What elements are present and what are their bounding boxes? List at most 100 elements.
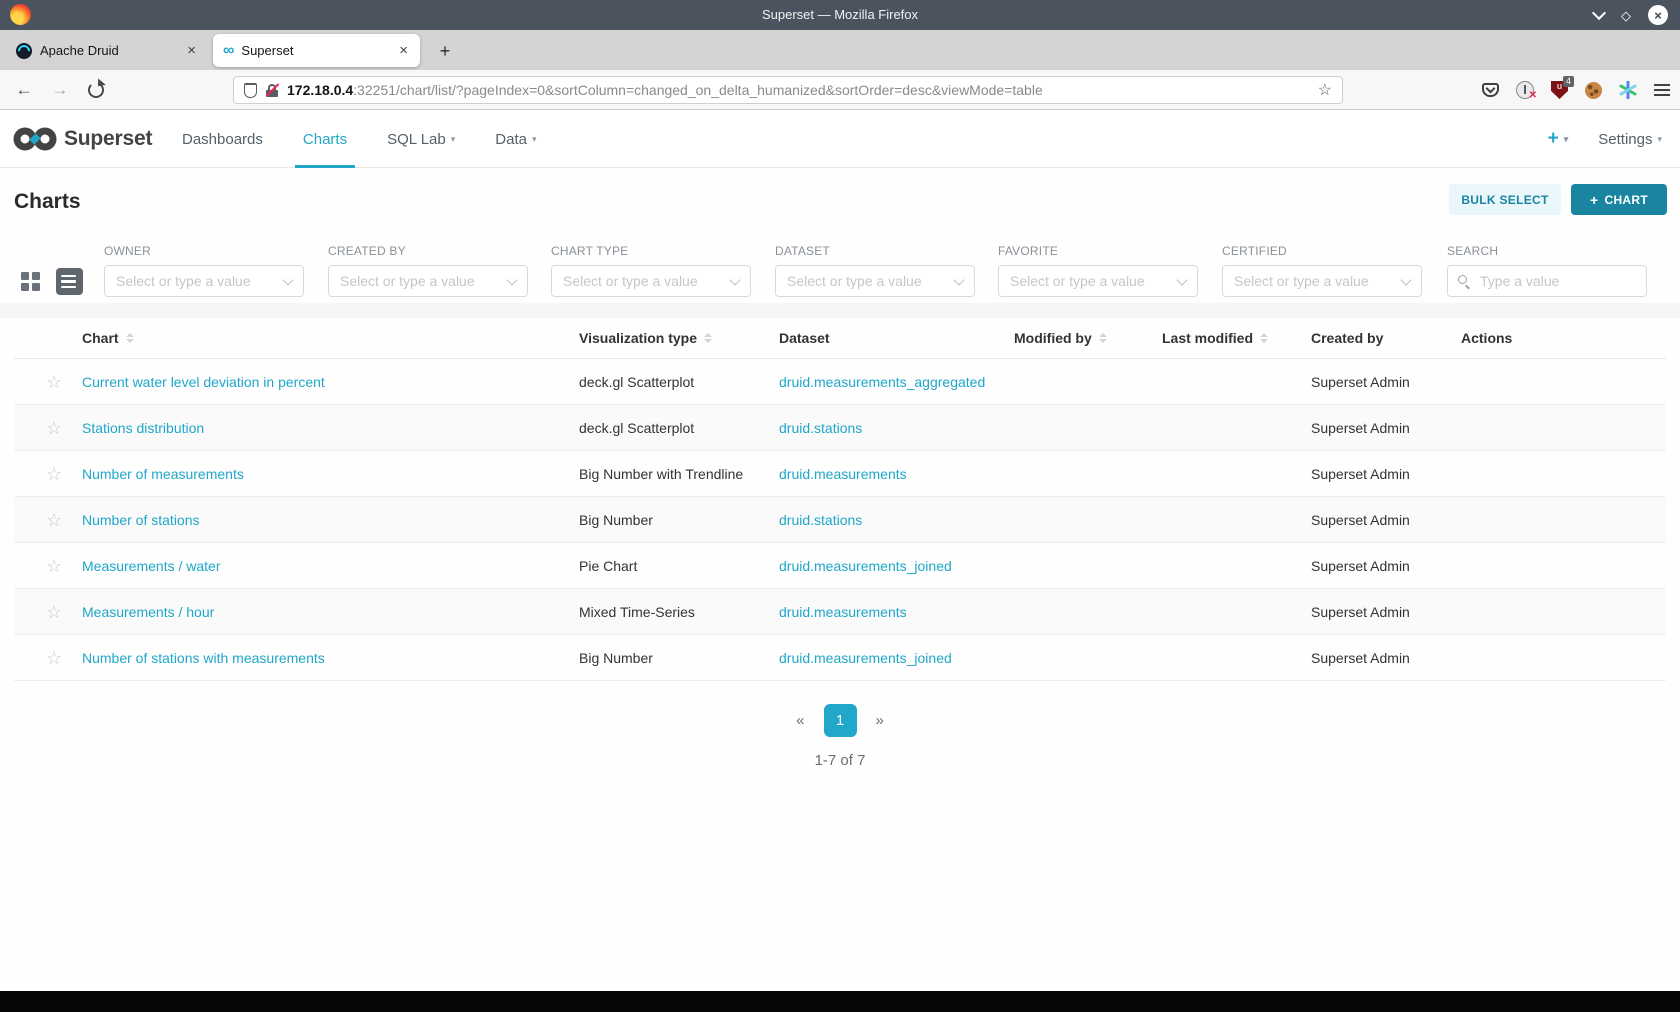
tab-apache-druid[interactable]: Apache Druid × (6, 34, 208, 67)
owner-select[interactable]: Select or type a value (104, 265, 304, 297)
dataset-link[interactable]: druid.measurements_aggregated (779, 374, 985, 390)
card-view-toggle[interactable] (21, 272, 40, 291)
sort-arrows-icon (125, 333, 134, 343)
chart-link[interactable]: Measurements / water (82, 558, 221, 574)
chevron-down-icon (729, 273, 741, 286)
created-by-value: Superset Admin (1311, 373, 1410, 390)
nav-item-charts[interactable]: Charts (283, 110, 367, 168)
favorite-star-icon[interactable]: ☆ (46, 649, 62, 667)
dataset-link[interactable]: druid.stations (779, 512, 862, 528)
favorite-star-icon[interactable]: ☆ (46, 373, 62, 391)
certified-select[interactable]: Select or type a value (1222, 265, 1422, 297)
column-header-last-modified[interactable]: Last modified (1156, 330, 1305, 346)
search-input[interactable] (1478, 272, 1663, 290)
filter-label: SEARCH (1447, 244, 1499, 258)
nav-label: Data (495, 130, 527, 148)
favorite-star-icon[interactable]: ☆ (46, 603, 62, 621)
add-new-menu[interactable]: + ▾ (1548, 128, 1569, 150)
tracking-shield-icon[interactable] (244, 82, 257, 98)
settings-menu[interactable]: Settings ▾ (1598, 131, 1662, 148)
add-chart-button[interactable]: + CHART (1571, 184, 1667, 215)
favorite-star-icon[interactable]: ☆ (46, 511, 62, 529)
dataset-link[interactable]: druid.stations (779, 420, 862, 436)
nav-item-sql-lab[interactable]: SQL Lab ▾ (367, 110, 475, 168)
window-close-icon[interactable]: × (1648, 5, 1668, 25)
tab-strip: Apache Druid × ∞ Superset × + (0, 30, 1680, 70)
column-label: Created by (1311, 330, 1384, 346)
chart-type-select[interactable]: Select or type a value (551, 265, 751, 297)
table-body: ☆ Current water level deviation in perce… (14, 359, 1666, 681)
add-chart-label: CHART (1604, 192, 1648, 207)
column-label: Actions (1461, 330, 1513, 346)
superset-favicon: ∞ (223, 41, 235, 59)
table-row: ☆ Current water level deviation in perce… (14, 359, 1666, 405)
next-page-button[interactable]: » (876, 712, 884, 729)
chevron-down-icon (953, 273, 965, 286)
window-minimize-icon[interactable] (1591, 5, 1607, 21)
colorful-asterisk-extension-icon[interactable] (1619, 81, 1637, 99)
nav-item-data[interactable]: Data ▾ (475, 110, 556, 168)
chart-link[interactable]: Number of stations (82, 512, 200, 528)
chart-link[interactable]: Current water level deviation in percent (82, 374, 325, 390)
column-header-visualization-type[interactable]: Visualization type (573, 330, 773, 346)
chevron-down-icon (1176, 273, 1188, 286)
current-page-button[interactable]: 1 (823, 704, 857, 737)
column-header-created-by: Created by (1305, 330, 1455, 346)
table-row: ☆ Stations distribution deck.gl Scatterp… (14, 405, 1666, 451)
chart-link[interactable]: Stations distribution (82, 420, 204, 436)
back-button[interactable]: ← (12, 78, 36, 102)
forward-button[interactable]: → (48, 78, 72, 102)
druid-favicon (15, 42, 33, 59)
dataset-link[interactable]: druid.measurements_joined (779, 650, 952, 666)
hamburger-menu-icon[interactable] (1654, 84, 1670, 96)
created-by-value: Superset Admin (1311, 465, 1410, 482)
chevron-down-icon: ▾ (1657, 133, 1662, 144)
plus-icon: + (1590, 191, 1599, 208)
pocket-icon[interactable] (1482, 83, 1499, 97)
column-label: Dataset (779, 330, 830, 346)
insecure-lock-icon[interactable] (265, 82, 280, 97)
column-header-chart[interactable]: Chart (76, 330, 573, 346)
nav-label: Dashboards (182, 130, 263, 148)
adblock-shield-icon[interactable]: u 4 (1551, 76, 1574, 99)
select-placeholder: Select or type a value (340, 273, 475, 289)
created-by-select[interactable]: Select or type a value (328, 265, 528, 297)
infinity-logo-icon (13, 127, 57, 151)
dataset-link[interactable]: druid.measurements (779, 466, 907, 482)
column-label: Visualization type (579, 330, 697, 346)
column-header-modified-by[interactable]: Modified by (1008, 330, 1156, 346)
favorite-star-icon[interactable]: ☆ (46, 557, 62, 575)
chart-link[interactable]: Number of measurements (82, 466, 244, 482)
table-row: ☆ Number of measurements Big Number with… (14, 451, 1666, 497)
favorite-select[interactable]: Select or type a value (998, 265, 1198, 297)
bookmark-star-icon[interactable]: ☆ (1318, 80, 1332, 100)
visualization-type-value: Big Number with Trendline (579, 465, 744, 482)
dataset-link[interactable]: druid.measurements (779, 604, 907, 620)
chart-link[interactable]: Measurements / hour (82, 604, 214, 620)
new-tab-button[interactable]: + (432, 38, 458, 64)
filter-label: CREATED BY (328, 244, 406, 258)
window-maximize-icon[interactable]: ◇ (1621, 9, 1631, 22)
bulk-select-button[interactable]: BULK SELECT (1449, 184, 1561, 215)
chevron-down-icon (1400, 273, 1412, 286)
cookie-extension-icon[interactable] (1585, 81, 1602, 99)
previous-page-button[interactable]: « (796, 712, 804, 729)
favorite-star-icon[interactable]: ☆ (46, 465, 62, 483)
chart-link[interactable]: Number of stations with measurements (82, 650, 325, 666)
url-host: 172.18.0.4 (287, 82, 354, 98)
reload-button[interactable] (84, 78, 108, 102)
superset-logo[interactable]: Superset (12, 110, 152, 168)
url-text: 172.18.0.4:32251/chart/list/?pageIndex=0… (287, 82, 1309, 98)
filter-certified: CERTIFIED Select or type a value (1222, 244, 1422, 297)
url-bar[interactable]: 172.18.0.4:32251/chart/list/?pageIndex=0… (233, 76, 1343, 104)
filter-owner: OWNER Select or type a value (104, 244, 304, 297)
favorite-star-icon[interactable]: ☆ (46, 419, 62, 437)
dataset-link[interactable]: druid.measurements_joined (779, 558, 952, 574)
tab-close-icon[interactable]: × (185, 42, 198, 59)
tab-superset[interactable]: ∞ Superset × (213, 34, 420, 67)
dataset-select[interactable]: Select or type a value (775, 265, 975, 297)
privacy-extension-icon[interactable]: ✕ (1516, 81, 1537, 101)
list-view-toggle[interactable] (56, 268, 83, 295)
nav-item-dashboards[interactable]: Dashboards (162, 110, 283, 168)
tab-close-icon[interactable]: × (397, 42, 410, 59)
